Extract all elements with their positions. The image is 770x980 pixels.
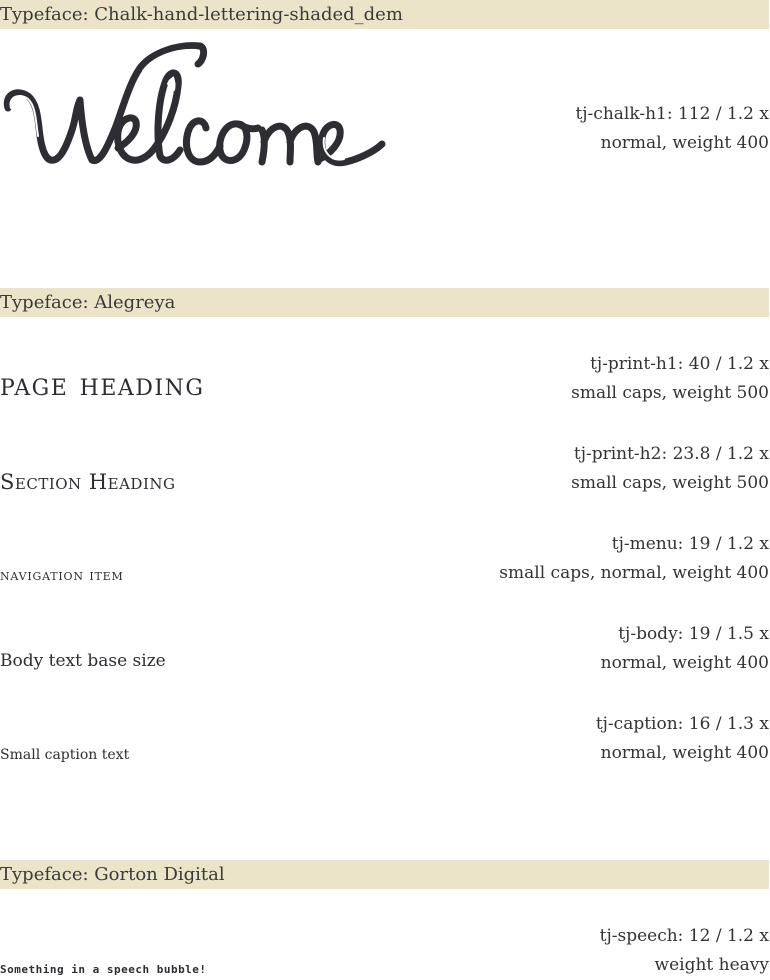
spec-body-style: normal, weight 400 xyxy=(600,653,769,673)
sample-caption-text: Small caption text xyxy=(0,747,130,763)
spec-caption-style: normal, weight 400 xyxy=(600,743,769,763)
spec-print-h2-size: tj-print-h2: 23.8 / 1.2 x xyxy=(573,444,769,464)
chalk-welcome-lettering xyxy=(3,42,386,167)
typeface-label-gorton: Typeface: Gorton Digital xyxy=(0,860,769,889)
sample-navigation-item: navigation item xyxy=(0,566,124,584)
spec-speech-style: weight heavy xyxy=(654,955,769,975)
sample-speech-bubble-text: Something in a speech bubble! xyxy=(0,963,207,976)
sample-body-text: Body text base size xyxy=(0,651,166,671)
spec-print-h1-size: tj-print-h1: 40 / 1.2 x xyxy=(590,354,769,374)
typeface-label-alegreya: Typeface: Alegreya xyxy=(0,288,769,317)
spec-print-h1-style: small caps, weight 500 xyxy=(571,383,769,403)
spec-chalk-h1-size: tj-chalk-h1: 112 / 1.2 x xyxy=(575,104,769,124)
sample-section-heading: Section Heading xyxy=(0,470,176,494)
spec-print-h2-style: small caps, weight 500 xyxy=(571,473,769,493)
spec-caption-size: tj-caption: 16 / 1.3 x xyxy=(595,714,769,734)
spec-body-size: tj-body: 19 / 1.5 x xyxy=(618,624,769,644)
spec-speech-size: tj-speech: 12 / 1.2 x xyxy=(599,926,769,946)
spec-chalk-h1-style: normal, weight 400 xyxy=(600,133,769,153)
typeface-label-chalk: Typeface: Chalk-hand-lettering-shaded_de… xyxy=(0,0,769,29)
chalk-welcome-sample xyxy=(0,38,390,170)
spec-menu-style: small caps, normal, weight 400 xyxy=(499,563,769,583)
spec-menu-size: tj-menu: 19 / 1.2 x xyxy=(611,534,769,554)
sample-page-heading: Page Heading xyxy=(0,367,205,403)
